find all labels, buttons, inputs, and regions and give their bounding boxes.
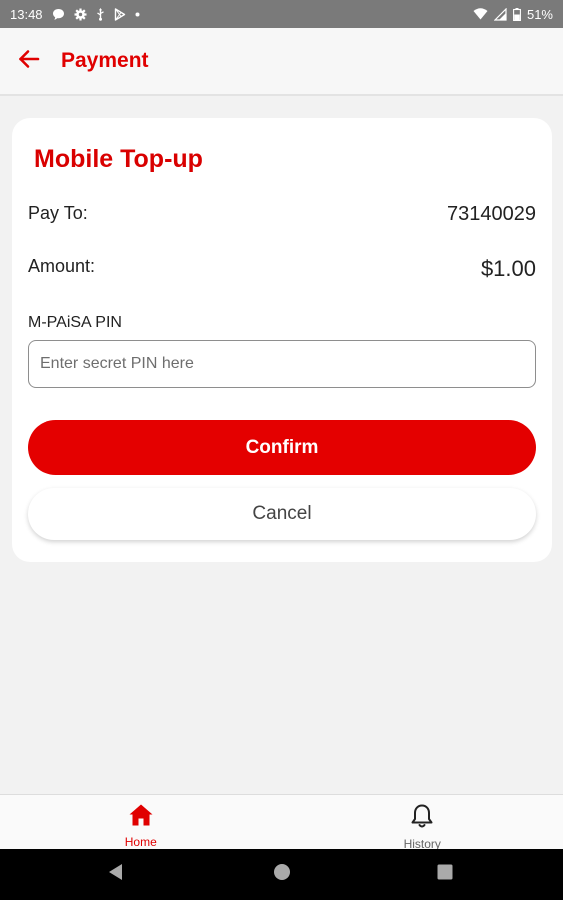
battery-icon bbox=[513, 7, 521, 21]
play-store-icon bbox=[114, 7, 126, 21]
chat-icon bbox=[52, 8, 65, 21]
amount-value: $1.00 bbox=[480, 256, 536, 281]
arrow-back-icon bbox=[18, 49, 40, 74]
system-home-button[interactable] bbox=[252, 849, 312, 900]
system-nav-bar bbox=[0, 849, 563, 900]
bell-icon bbox=[410, 803, 434, 834]
app-bar: Payment bbox=[0, 28, 563, 96]
square-recents-icon bbox=[437, 864, 453, 885]
settings-icon bbox=[74, 8, 87, 21]
triangle-back-icon bbox=[108, 863, 124, 886]
bottom-nav: Home History bbox=[0, 794, 563, 851]
pay-to-label: Pay To: bbox=[28, 203, 88, 223]
amount-label: Amount: bbox=[28, 256, 96, 276]
pin-label: M-PAiSA PIN bbox=[28, 314, 122, 331]
home-icon bbox=[128, 803, 154, 832]
signal-icon bbox=[493, 7, 507, 21]
cancel-button[interactable]: Cancel bbox=[28, 488, 536, 540]
system-recents-button[interactable] bbox=[415, 849, 475, 900]
pin-input[interactable] bbox=[28, 340, 536, 388]
back-button[interactable] bbox=[0, 27, 58, 95]
status-time: 13:48 bbox=[10, 6, 43, 22]
notification-dot-icon bbox=[135, 12, 140, 17]
system-back-button[interactable] bbox=[86, 849, 146, 900]
battery-percent: 51% bbox=[526, 6, 553, 22]
card-title: Mobile Top-up bbox=[34, 145, 203, 173]
wifi-icon bbox=[473, 8, 488, 20]
nav-label-home: Home bbox=[124, 835, 157, 849]
usb-icon bbox=[96, 7, 105, 21]
status-bar: 13:48 51% bbox=[0, 0, 563, 28]
circle-home-icon bbox=[273, 863, 291, 886]
pay-to-value: 73140029 bbox=[447, 203, 536, 225]
nav-item-history[interactable]: History bbox=[282, 795, 563, 851]
payment-card: Mobile Top-up Pay To: 73140029 Amount: $… bbox=[12, 118, 552, 562]
nav-item-home[interactable]: Home bbox=[0, 795, 282, 849]
confirm-button[interactable]: Confirm bbox=[28, 420, 536, 475]
page-title: Payment bbox=[61, 49, 149, 72]
